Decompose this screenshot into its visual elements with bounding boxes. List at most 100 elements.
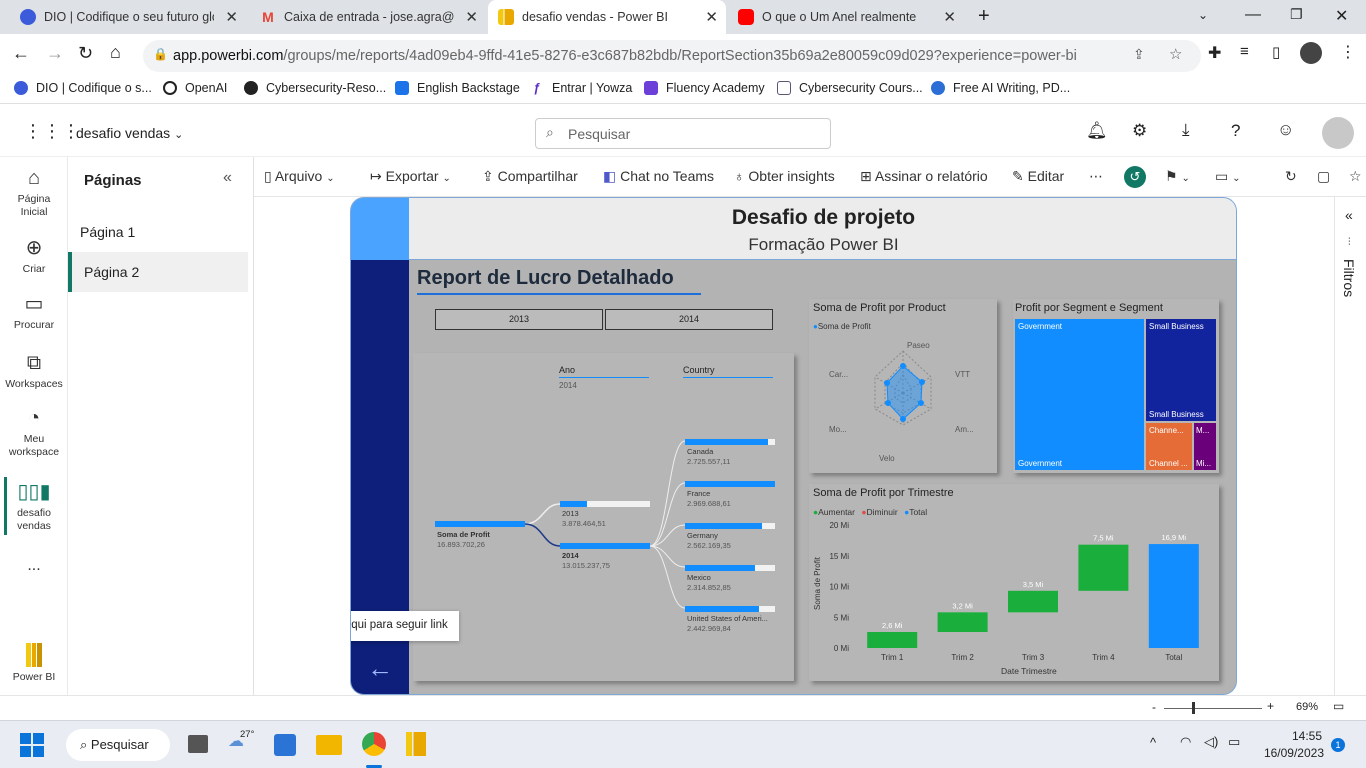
bookmark-item[interactable]: English Backstage — [395, 81, 520, 95]
notification-badge[interactable]: 1 — [1331, 738, 1345, 752]
battery-icon[interactable]: ▭ — [1228, 734, 1240, 750]
close-icon[interactable]: ✕ — [465, 8, 478, 26]
task-view-icon[interactable] — [188, 735, 208, 753]
app-launcher-icon[interactable]: ⋮⋮⋮ — [24, 121, 81, 142]
new-tab-icon[interactable]: + — [978, 5, 990, 28]
bookmark-item[interactable]: OpenAI — [163, 81, 227, 95]
tree-country-track[interactable] — [685, 606, 775, 612]
collapse-icon[interactable]: « — [223, 169, 232, 187]
taskbar-search[interactable]: ⌕ Pesquisar — [66, 729, 170, 761]
zoom-in-icon[interactable]: + — [1267, 699, 1274, 713]
nav-workspaces[interactable]: ⧉ Workspaces — [0, 352, 68, 391]
page-item-1[interactable]: Página 1 — [68, 212, 248, 250]
bookmark-item[interactable]: DIO | Codifique o s... — [14, 81, 152, 95]
url-bar[interactable]: 🔒 app.powerbi.com/groups/me/reports/4ad0… — [143, 40, 1201, 72]
close-icon[interactable]: ✕ — [705, 8, 718, 26]
clock-date[interactable]: 16/09/2023 — [1258, 746, 1324, 760]
powerbi-brand[interactable]: Power BI — [0, 643, 68, 684]
minimize-icon[interactable]: — — [1245, 6, 1261, 24]
treemap-cell-channel[interactable]: Channe... Channel ... — [1146, 423, 1192, 470]
waterfall-chart[interactable]: Soma de Profit por Trimestre ●Aumentar ●… — [809, 484, 1219, 681]
extensions-icon[interactable]: ✚ — [1208, 43, 1221, 63]
download-icon[interactable]: ⤓ — [1182, 120, 1190, 140]
file-explorer-icon[interactable] — [316, 735, 342, 755]
comment-icon[interactable]: ▢ — [1317, 168, 1330, 185]
more-icon[interactable]: ⋯ — [1089, 168, 1103, 185]
file-menu[interactable]: ▯ Arquivo ⌄ — [264, 168, 335, 185]
filters-pane[interactable]: « ⫶ Filtros — [1334, 197, 1366, 695]
radar-chart[interactable]: Soma de Profit por Product ●Soma de Prof… — [809, 299, 997, 473]
store-icon[interactable] — [274, 734, 296, 756]
show-hidden-icon[interactable]: ^ — [1150, 735, 1156, 750]
browser-tab-dio[interactable]: DIO | Codifique o seu futuro glob ✕ — [10, 0, 246, 34]
menu-icon[interactable]: ⋮ — [1340, 42, 1356, 62]
clock-time[interactable]: 14:55 — [1262, 729, 1322, 743]
nav-more[interactable]: ... — [0, 558, 68, 574]
bookmark-item[interactable]: Cybersecurity-Reso... — [244, 81, 386, 95]
reset-icon[interactable]: ↺ — [1124, 166, 1146, 188]
windows-start-icon[interactable] — [20, 733, 44, 757]
tree-country-track[interactable] — [685, 439, 775, 445]
refresh-icon[interactable]: ↻ — [1285, 168, 1297, 185]
nav-my-workspace[interactable]: ◔ Meu workspace — [0, 407, 68, 459]
help-icon[interactable]: ? — [1231, 121, 1240, 141]
browser-tab-powerbi[interactable]: desafio vendas - Power BI ✕ — [488, 0, 726, 34]
decomposition-tree[interactable]: Ano 2014 Country Soma de Profit 16.893.7… — [413, 353, 794, 681]
star-icon[interactable]: ☆ — [1169, 45, 1182, 63]
treemap-cell-midmarket[interactable]: M... Mi... — [1194, 423, 1216, 470]
nav-browse[interactable]: ▭ Procurar — [0, 293, 68, 332]
back-arrow-icon[interactable]: ← — [367, 653, 393, 684]
tree-country-track[interactable] — [685, 523, 775, 529]
forward-icon[interactable]: → — [46, 43, 64, 64]
wifi-icon[interactable]: ◠ — [1180, 734, 1191, 750]
chrome-icon[interactable] — [362, 732, 386, 756]
subscribe-button[interactable]: ⊞ Assinar o relatório — [860, 168, 988, 185]
back-icon[interactable]: ← — [12, 43, 30, 64]
tree-2014-bar[interactable] — [560, 543, 650, 549]
bell-icon[interactable]: 🔔︎ — [1086, 121, 1108, 141]
tab-search-icon[interactable]: ⌄ — [1198, 8, 1208, 22]
browser-tab-youtube[interactable]: O que o Um Anel realmente ✕ — [728, 0, 964, 34]
gear-icon[interactable]: ⚙ — [1132, 121, 1147, 141]
slicer-2014[interactable]: 2014 — [605, 309, 773, 330]
zoom-slider[interactable] — [1164, 708, 1262, 709]
edit-button[interactable]: ✎ Editar — [1012, 168, 1064, 185]
bookmark-icon[interactable]: ⚑ ⌄ — [1165, 168, 1190, 185]
bookmark-item[interactable]: Free AI Writing, PD... — [931, 81, 1070, 95]
close-icon[interactable]: ✕ — [943, 8, 956, 26]
view-icon[interactable]: ▭ ⌄ — [1215, 168, 1241, 185]
feedback-icon[interactable]: ☺ — [1277, 120, 1294, 140]
expand-icon[interactable]: « — [1345, 207, 1353, 223]
teams-chat-button[interactable]: ◧ Chat no Teams — [603, 168, 714, 185]
share-icon[interactable]: ⇪ — [1133, 46, 1145, 63]
fit-page-icon[interactable]: ▭ — [1333, 699, 1344, 713]
reload-icon[interactable]: ↻ — [78, 43, 93, 64]
sidepanel-icon[interactable]: ▯ — [1272, 43, 1280, 61]
export-menu[interactable]: ↦ Exportar ⌄ — [370, 168, 451, 185]
tree-country-track[interactable] — [685, 565, 775, 571]
treemap-cell-small-business[interactable]: Small Business Small Business — [1146, 319, 1216, 421]
tree-country-track[interactable] — [685, 481, 775, 487]
browser-tab-gmail[interactable]: M Caixa de entrada - jose.agra@ee. ✕ — [250, 0, 486, 34]
treemap-cell-government[interactable]: Government Government — [1015, 319, 1144, 470]
zoom-thumb[interactable] — [1192, 702, 1195, 714]
profile-avatar[interactable] — [1300, 42, 1322, 64]
page-item-2[interactable]: Página 2 — [68, 252, 248, 292]
close-icon[interactable]: ✕ — [225, 8, 238, 26]
media-icon[interactable]: ≡ — [1240, 43, 1249, 60]
share-button[interactable]: ⇪ Compartilhar — [482, 168, 578, 185]
slicer-2013[interactable]: 2013 — [435, 309, 603, 330]
insights-button[interactable]: ♁ Obter insights — [734, 168, 835, 184]
favorite-icon[interactable]: ☆ — [1349, 168, 1362, 185]
workspace-title[interactable]: desafio vendas ⌄ — [76, 125, 183, 141]
bookmark-item[interactable]: ƒ Entrar | Yowza — [530, 81, 633, 95]
nav-home[interactable]: ⌂ Página Inicial — [0, 167, 68, 219]
nav-desafio-vendas[interactable]: ▯▯▮ desafio vendas — [0, 481, 68, 533]
search-input[interactable]: ⌕ Pesquisar — [535, 118, 831, 149]
treemap-chart[interactable]: Profit por Segment e Segment Government G… — [1013, 299, 1219, 473]
bookmark-item[interactable]: Cybersecurity Cours... — [777, 81, 923, 95]
nav-create[interactable]: ⊕ Criar — [0, 237, 68, 276]
window-close-icon[interactable]: ✕ — [1335, 6, 1348, 26]
volume-icon[interactable]: ◁) — [1204, 734, 1218, 750]
zoom-out-icon[interactable]: - — [1152, 700, 1156, 714]
